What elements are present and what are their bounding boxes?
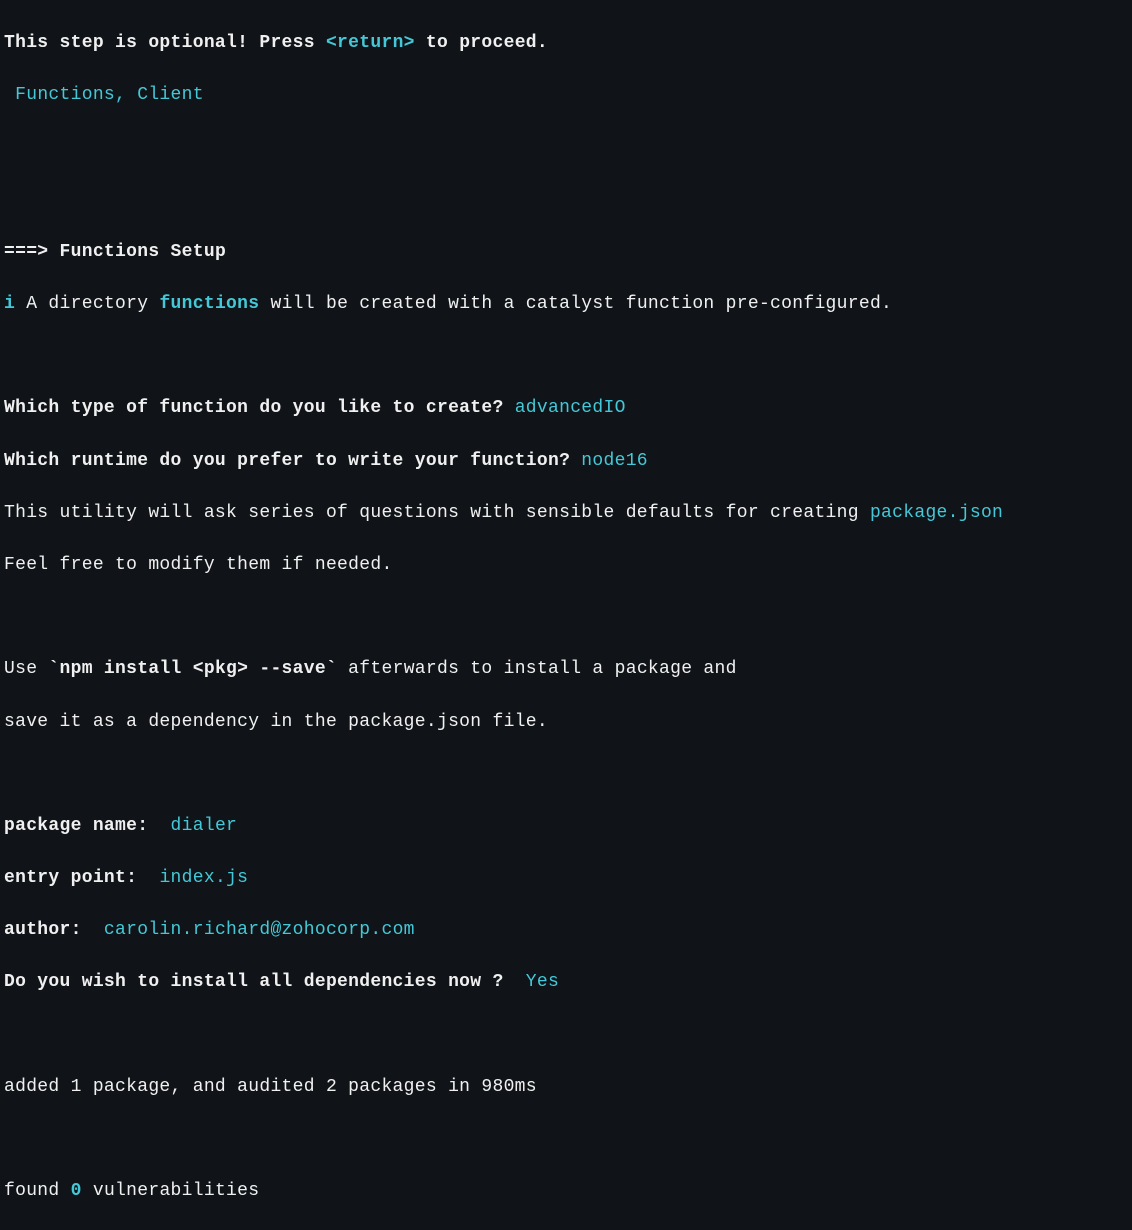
- entry-point-label: entry point:: [4, 868, 159, 888]
- install-deps-answer: Yes: [526, 972, 559, 992]
- blank-line: [4, 134, 1128, 160]
- optional-step-line: This step is optional! Press <return> to…: [4, 30, 1128, 56]
- author-value: carolin.richard@zohocorp.com: [104, 920, 415, 940]
- components-line: Functions, Client: [4, 82, 1128, 108]
- vuln-count: 0: [71, 1181, 82, 1201]
- terminal-output: This step is optional! Press <return> to…: [4, 4, 1128, 1230]
- blank-line: [4, 187, 1128, 213]
- blank-line: [4, 604, 1128, 630]
- author-prompt: author: carolin.richard@zohocorp.com: [4, 917, 1128, 943]
- vulnerabilities-line: found 0 vulnerabilities: [4, 1178, 1128, 1204]
- function-type-prompt: Which type of function do you like to cr…: [4, 395, 1128, 421]
- vuln-prefix: found: [4, 1181, 71, 1201]
- directory-suffix: will be created with a catalyst function…: [259, 294, 892, 314]
- install-deps-prompt: Do you wish to install all dependencies …: [4, 969, 1128, 995]
- package-name-value: dialer: [171, 816, 238, 836]
- blank-line: [4, 343, 1128, 369]
- entry-point-value: index.js: [159, 868, 248, 888]
- npm-install-cmd: `npm install <pkg> --save`: [48, 659, 337, 679]
- npm-prefix: Use: [4, 659, 48, 679]
- npm-suffix: afterwards to install a package and: [337, 659, 737, 679]
- info-icon: i: [4, 294, 15, 314]
- vuln-suffix: vulnerabilities: [82, 1181, 260, 1201]
- npm-install-hint: Use `npm install <pkg> --save` afterward…: [4, 656, 1128, 682]
- directory-info-line: i A directory functions will be created …: [4, 291, 1128, 317]
- modify-hint-line: Feel free to modify them if needed.: [4, 552, 1128, 578]
- blank-line: [4, 1022, 1128, 1048]
- package-name-label: package name:: [4, 816, 171, 836]
- setup-title: Functions Setup: [60, 242, 227, 262]
- functions-dirname: functions: [159, 294, 259, 314]
- utility-info-line: This utility will ask series of question…: [4, 500, 1128, 526]
- install-deps-question: Do you wish to install all dependencies …: [4, 972, 526, 992]
- return-key: <return>: [326, 33, 415, 53]
- arrow-prefix: ===>: [4, 242, 60, 262]
- package-name-prompt: package name: dialer: [4, 813, 1128, 839]
- functions-setup-header: ===> Functions Setup: [4, 239, 1128, 265]
- save-dependency-line: save it as a dependency in the package.j…: [4, 709, 1128, 735]
- package-json-file: package.json: [870, 503, 1003, 523]
- optional-step-suffix: to proceed.: [415, 33, 548, 53]
- directory-prefix: A directory: [15, 294, 159, 314]
- runtime-question: Which runtime do you prefer to write you…: [4, 451, 581, 471]
- function-type-answer: advancedIO: [515, 398, 626, 418]
- blank-line: [4, 1126, 1128, 1152]
- function-type-question: Which type of function do you like to cr…: [4, 398, 515, 418]
- packages-added-line: added 1 package, and audited 2 packages …: [4, 1074, 1128, 1100]
- runtime-answer: node16: [581, 451, 648, 471]
- runtime-prompt: Which runtime do you prefer to write you…: [4, 448, 1128, 474]
- optional-step-prefix: This step is optional! Press: [4, 33, 326, 53]
- entry-point-prompt: entry point: index.js: [4, 865, 1128, 891]
- blank-line: [4, 761, 1128, 787]
- utility-prefix: This utility will ask series of question…: [4, 503, 870, 523]
- author-label: author:: [4, 920, 104, 940]
